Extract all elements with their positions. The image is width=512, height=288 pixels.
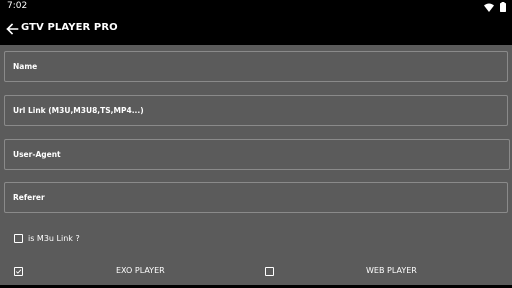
wifi-icon	[484, 3, 494, 12]
arrow-back-icon[interactable]	[5, 22, 19, 36]
checkmark-icon	[15, 269, 22, 274]
is-m3u-checkbox[interactable]	[14, 234, 23, 243]
exo-player-label[interactable]: EXO PLAYER	[116, 266, 165, 275]
status-icons	[484, 1, 506, 13]
referer-input[interactable]	[5, 183, 507, 212]
user-agent-input[interactable]	[5, 140, 509, 169]
referer-field[interactable]	[4, 182, 508, 213]
status-time: 7:02	[7, 1, 28, 11]
web-player-label[interactable]: WEB PLAYER	[366, 266, 417, 275]
status-bar: 7:02	[0, 0, 512, 14]
url-field[interactable]	[4, 95, 508, 126]
battery-icon	[500, 2, 506, 12]
web-player-checkbox[interactable]	[265, 267, 274, 276]
app-bar: GTV PLAYER PRO	[0, 14, 512, 45]
exo-player-checkbox[interactable]	[14, 267, 23, 276]
user-agent-field[interactable]	[4, 139, 510, 170]
name-input[interactable]	[5, 52, 507, 81]
url-input[interactable]	[5, 96, 507, 125]
app-title: GTV PLAYER PRO	[21, 22, 118, 33]
is-m3u-label[interactable]: is M3u Link ?	[28, 234, 80, 243]
name-field[interactable]	[4, 51, 508, 82]
